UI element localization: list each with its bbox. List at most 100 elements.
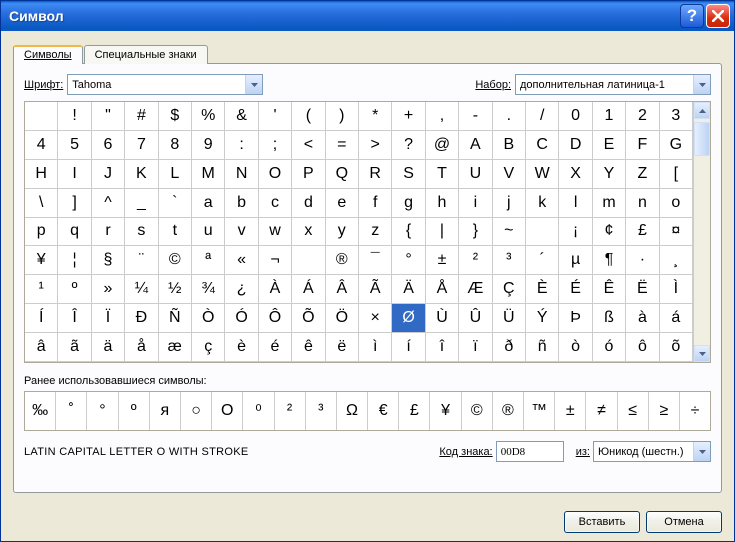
symbol-cell[interactable]: ë <box>326 333 359 362</box>
symbol-cell[interactable]: » <box>92 275 125 304</box>
symbol-cell[interactable]: Õ <box>292 304 325 333</box>
recent-symbol-cell[interactable]: ¥ <box>430 392 461 430</box>
symbol-cell[interactable]: ô <box>626 333 659 362</box>
symbol-cell[interactable]: ê <box>292 333 325 362</box>
symbol-cell[interactable]: ´ <box>526 246 559 275</box>
symbol-cell[interactable]: ñ <box>526 333 559 362</box>
symbol-cell[interactable]: § <box>92 246 125 275</box>
recent-symbol-cell[interactable]: € <box>368 392 399 430</box>
symbol-cell[interactable]: ï <box>459 333 492 362</box>
symbol-cell[interactable]: æ <box>159 333 192 362</box>
symbol-cell[interactable]: ¡ <box>559 218 592 247</box>
symbol-cell[interactable]: ¸ <box>660 246 693 275</box>
symbol-cell[interactable]: ¹ <box>25 275 58 304</box>
symbol-cell[interactable]: Ç <box>493 275 526 304</box>
cancel-button[interactable]: Отмена <box>646 511 722 533</box>
symbol-cell[interactable]: : <box>225 131 258 160</box>
subset-combo[interactable]: дополнительная латиница-1 <box>515 74 711 95</box>
close-button[interactable] <box>706 4 730 28</box>
symbol-cell[interactable]: Ù <box>426 304 459 333</box>
recent-symbol-cell[interactable]: ° <box>87 392 118 430</box>
symbol-cell[interactable]: Ñ <box>159 304 192 333</box>
symbol-cell[interactable]: ß <box>593 304 626 333</box>
symbol-cell[interactable]: Û <box>459 304 492 333</box>
symbol-cell[interactable]: P <box>292 160 325 189</box>
symbol-cell[interactable]: Ü <box>493 304 526 333</box>
code-input[interactable]: 00D8 <box>496 441 564 462</box>
symbol-cell[interactable]: R <box>359 160 392 189</box>
scroll-down-button[interactable] <box>694 345 710 362</box>
symbol-cell[interactable]: µ <box>559 246 592 275</box>
recent-symbol-cell[interactable]: ± <box>555 392 586 430</box>
symbol-cell[interactable]: x <box>292 218 325 247</box>
symbol-cell[interactable]: s <box>125 218 158 247</box>
symbol-cell[interactable]: j <box>493 189 526 218</box>
symbol-cell[interactable]: i <box>459 189 492 218</box>
symbol-cell[interactable]: { <box>392 218 425 247</box>
symbol-cell[interactable]: L <box>159 160 192 189</box>
symbol-cell[interactable]: ` <box>159 189 192 218</box>
symbol-cell[interactable]: l <box>559 189 592 218</box>
symbol-cell[interactable]: Ì <box>660 275 693 304</box>
symbol-cell[interactable]: ° <box>392 246 425 275</box>
symbol-cell[interactable]: å <box>125 333 158 362</box>
symbol-cell[interactable]: Þ <box>559 304 592 333</box>
symbol-cell[interactable]: Â <box>326 275 359 304</box>
symbol-cell[interactable]: Ý <box>526 304 559 333</box>
symbol-cell[interactable]: h <box>426 189 459 218</box>
symbol-cell[interactable]: y <box>326 218 359 247</box>
symbol-cell[interactable]: > <box>359 131 392 160</box>
recent-symbol-cell[interactable]: ² <box>275 392 306 430</box>
symbol-cell[interactable]: g <box>392 189 425 218</box>
font-combo[interactable]: Tahoma <box>67 74 263 95</box>
symbol-cell[interactable]: 0 <box>559 102 592 131</box>
symbol-cell[interactable]: ª <box>192 246 225 275</box>
symbol-cell[interactable]: Ô <box>259 304 292 333</box>
symbol-cell[interactable]: Ò <box>192 304 225 333</box>
symbol-cell[interactable]: É <box>559 275 592 304</box>
symbol-cell[interactable]: ð <box>493 333 526 362</box>
symbol-cell[interactable]: Y <box>593 160 626 189</box>
symbol-cell[interactable]: G <box>660 131 693 160</box>
symbol-cell[interactable]: D <box>559 131 592 160</box>
help-button[interactable]: ? <box>680 4 704 28</box>
recent-symbol-cell[interactable]: ÷ <box>680 392 710 430</box>
symbol-cell[interactable]: < <box>292 131 325 160</box>
symbol-cell[interactable]: ­ <box>292 246 325 275</box>
symbol-cell[interactable]: × <box>359 304 392 333</box>
symbol-cell[interactable]: 4 <box>25 131 58 160</box>
scroll-track[interactable] <box>694 119 710 345</box>
symbol-cell[interactable]: _ <box>125 189 158 218</box>
scrollbar[interactable] <box>693 102 710 362</box>
symbol-cell[interactable]: Ã <box>359 275 392 304</box>
symbol-cell[interactable]: p <box>25 218 58 247</box>
symbol-cell[interactable]: ³ <box>493 246 526 275</box>
symbol-cell[interactable]: H <box>25 160 58 189</box>
symbol-cell[interactable]: Z <box>626 160 659 189</box>
symbol-cell[interactable]: | <box>426 218 459 247</box>
recent-symbol-cell[interactable]: O <box>212 392 243 430</box>
symbol-cell[interactable]: = <box>326 131 359 160</box>
symbol-cell[interactable]: ^ <box>92 189 125 218</box>
symbol-cell[interactable]: â <box>25 333 58 362</box>
symbol-cell[interactable]: Ä <box>392 275 425 304</box>
symbol-cell[interactable]: % <box>192 102 225 131</box>
symbol-cell[interactable]: Ó <box>225 304 258 333</box>
symbol-cell[interactable]: é <box>259 333 292 362</box>
symbol-cell[interactable]: V <box>493 160 526 189</box>
symbol-cell[interactable]: 1 <box>593 102 626 131</box>
symbol-cell[interactable]: a <box>192 189 225 218</box>
symbol-cell[interactable]: « <box>225 246 258 275</box>
recent-symbol-cell[interactable]: ≠ <box>586 392 617 430</box>
tab-special-chars[interactable]: Специальные знаки <box>84 45 208 64</box>
recent-symbol-cell[interactable]: º <box>119 392 150 430</box>
symbol-cell[interactable]: ¯ <box>359 246 392 275</box>
symbol-cell[interactable]: ; <box>259 131 292 160</box>
symbol-cell[interactable]: 7 <box>125 131 158 160</box>
symbol-cell[interactable]: Ö <box>326 304 359 333</box>
symbol-cell[interactable]: · <box>626 246 659 275</box>
symbol-cell[interactable]: S <box>392 160 425 189</box>
symbol-cell[interactable]: " <box>92 102 125 131</box>
symbol-cell[interactable]: Á <box>292 275 325 304</box>
symbol-cell[interactable]: ç <box>192 333 225 362</box>
